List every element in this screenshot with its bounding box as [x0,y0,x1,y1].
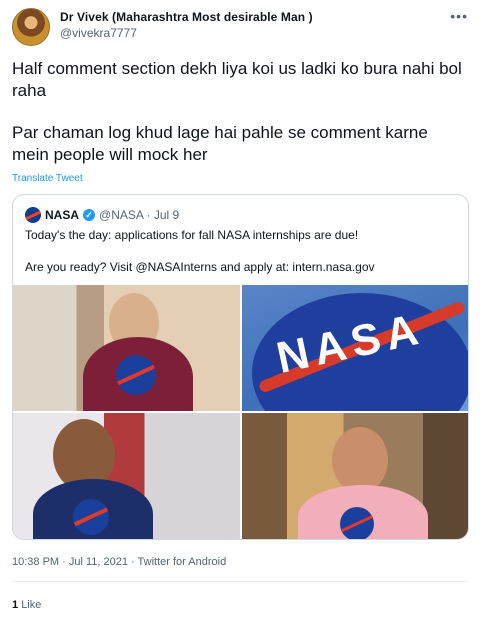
tweet-paragraph-1: Half comment section dekh liya koi us la… [12,59,462,100]
like-count[interactable]: 1 Like [12,599,41,611]
nasa-meatball-icon [73,499,109,535]
nasa-meatball-icon [340,507,374,539]
quoted-paragraph-1: Today's the day: applications for fall N… [25,228,359,242]
quoted-author-name[interactable]: NASA [45,208,79,222]
quoted-tweet-header: NASA ✓ @NASA · Jul 9 [25,207,179,223]
like-count-label: Like [21,599,42,611]
avatar[interactable] [12,8,50,46]
author-block: Dr Vivek (Maharashtra Most desirable Man… [60,10,313,40]
person-head [332,427,388,493]
quoted-tweet[interactable]: NASA ✓ @NASA · Jul 9 Today's the day: ap… [12,194,469,540]
quoted-author-handle-date[interactable]: @NASA · Jul 9 [99,208,179,222]
more-options-icon[interactable]: ••• [450,8,468,24]
nasa-meatball-icon [116,355,156,395]
translate-tweet-link[interactable]: Translate Tweet [12,173,83,184]
author-handle[interactable]: @vivekra7777 [60,26,313,40]
divider [12,581,468,582]
tweet-timestamp[interactable]: 10:38 PM · Jul 11, 2021 · Twitter for An… [12,556,226,568]
like-count-number: 1 [12,599,19,611]
tweet-body: Half comment section dekh liya koi us la… [12,58,468,186]
quoted-tweet-body: Today's the day: applications for fall N… [25,227,455,291]
nasa-avatar[interactable] [25,207,41,223]
photo-nasa-sign[interactable]: NASA [242,285,468,411]
photo-grid: NASA [13,285,468,539]
verified-badge-icon: ✓ [83,209,96,221]
tweet-paragraph-2: Par chaman log khud lage hai pahle se co… [12,123,428,164]
photo-intern-3[interactable] [242,413,468,539]
tweet-header: Dr Vivek (Maharashtra Most desirable Man… [12,6,468,46]
quoted-paragraph-2: Are you ready? Visit @NASAInterns and ap… [25,260,375,274]
photo-intern-1[interactable] [13,285,240,411]
photo-intern-2[interactable] [13,413,240,539]
author-display-name[interactable]: Dr Vivek (Maharashtra Most desirable Man… [60,10,313,24]
